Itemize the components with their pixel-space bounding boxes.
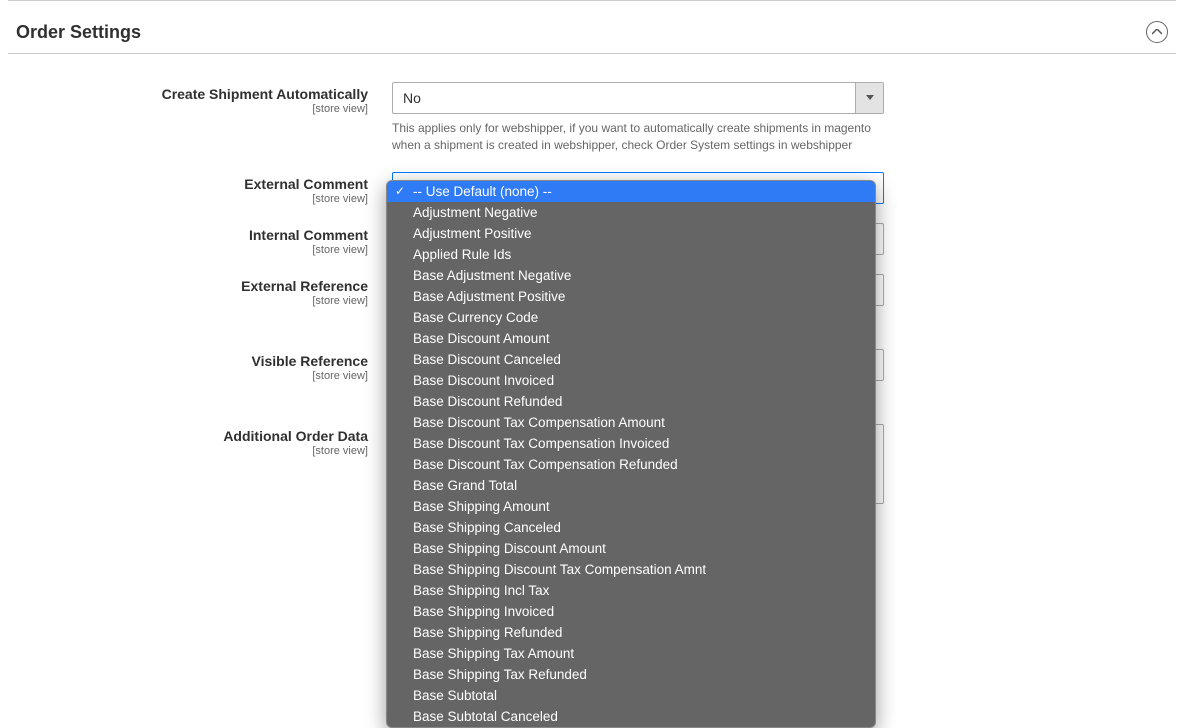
dropdown-option[interactable]: Base Discount Amount xyxy=(387,328,875,349)
dropdown-option[interactable]: Base Shipping Canceled xyxy=(387,517,875,538)
dropdown-option[interactable]: Base Shipping Incl Tax xyxy=(387,580,875,601)
scope-label: [store view] xyxy=(8,193,368,205)
scope-label: [store view] xyxy=(8,244,368,256)
dropdown-option[interactable]: Base Discount Tax Compensation Invoiced xyxy=(387,433,875,454)
dropdown-option[interactable]: Base Shipping Discount Tax Compensation … xyxy=(387,559,875,580)
create-shipment-label: Create Shipment Automatically xyxy=(8,86,368,102)
create-shipment-value: No xyxy=(393,90,855,106)
dropdown-option[interactable]: Applied Rule Ids xyxy=(387,244,875,265)
dropdown-option[interactable]: Base Discount Tax Compensation Refunded xyxy=(387,454,875,475)
dropdown-option[interactable]: Base Subtotal xyxy=(387,685,875,706)
collapse-toggle[interactable] xyxy=(1146,21,1168,43)
create-shipment-select[interactable]: No xyxy=(392,82,884,114)
external-reference-label: External Reference xyxy=(8,278,368,294)
scope-label: [store view] xyxy=(8,370,368,382)
dropdown-option[interactable]: -- Use Default (none) -- xyxy=(387,181,875,202)
dropdown-option[interactable]: Base Discount Canceled xyxy=(387,349,875,370)
visible-reference-label: Visible Reference xyxy=(8,353,368,369)
dropdown-option[interactable]: Base Shipping Tax Amount xyxy=(387,643,875,664)
dropdown-popup: -- Use Default (none) --Adjustment Negat… xyxy=(386,180,876,728)
scope-label: [store view] xyxy=(8,103,368,115)
dropdown-option[interactable]: Base Adjustment Negative xyxy=(387,265,875,286)
external-comment-label: External Comment xyxy=(8,176,368,192)
scope-label: [store view] xyxy=(8,295,368,307)
dropdown-option[interactable]: Base Adjustment Positive xyxy=(387,286,875,307)
section-header: Order Settings xyxy=(8,1,1176,54)
dropdown-option[interactable]: Base Shipping Amount xyxy=(387,496,875,517)
chevron-up-icon xyxy=(1152,29,1162,35)
dropdown-option[interactable]: Base Shipping Tax Refunded xyxy=(387,664,875,685)
additional-order-data-label: Additional Order Data xyxy=(8,428,368,444)
dropdown-option[interactable]: Base Grand Total xyxy=(387,475,875,496)
create-shipment-row: Create Shipment Automatically [store vie… xyxy=(8,82,1176,154)
dropdown-option[interactable]: Adjustment Negative xyxy=(387,202,875,223)
dropdown-option[interactable]: Base Subtotal Canceled xyxy=(387,706,875,727)
internal-comment-label: Internal Comment xyxy=(8,227,368,243)
chevron-down-icon xyxy=(855,83,883,113)
dropdown-option[interactable]: Base Discount Invoiced xyxy=(387,370,875,391)
dropdown-option[interactable]: Base Shipping Refunded xyxy=(387,622,875,643)
scope-label: [store view] xyxy=(8,445,368,457)
section-title: Order Settings xyxy=(16,22,141,43)
dropdown-option[interactable]: Base Currency Code xyxy=(387,307,875,328)
create-shipment-help: This applies only for webshipper, if you… xyxy=(392,120,872,154)
dropdown-option[interactable]: Base Shipping Invoiced xyxy=(387,601,875,622)
dropdown-option[interactable]: Base Shipping Discount Amount xyxy=(387,538,875,559)
dropdown-option[interactable]: Base Discount Tax Compensation Amount xyxy=(387,412,875,433)
dropdown-option[interactable]: Adjustment Positive xyxy=(387,223,875,244)
dropdown-option[interactable]: Base Discount Refunded xyxy=(387,391,875,412)
